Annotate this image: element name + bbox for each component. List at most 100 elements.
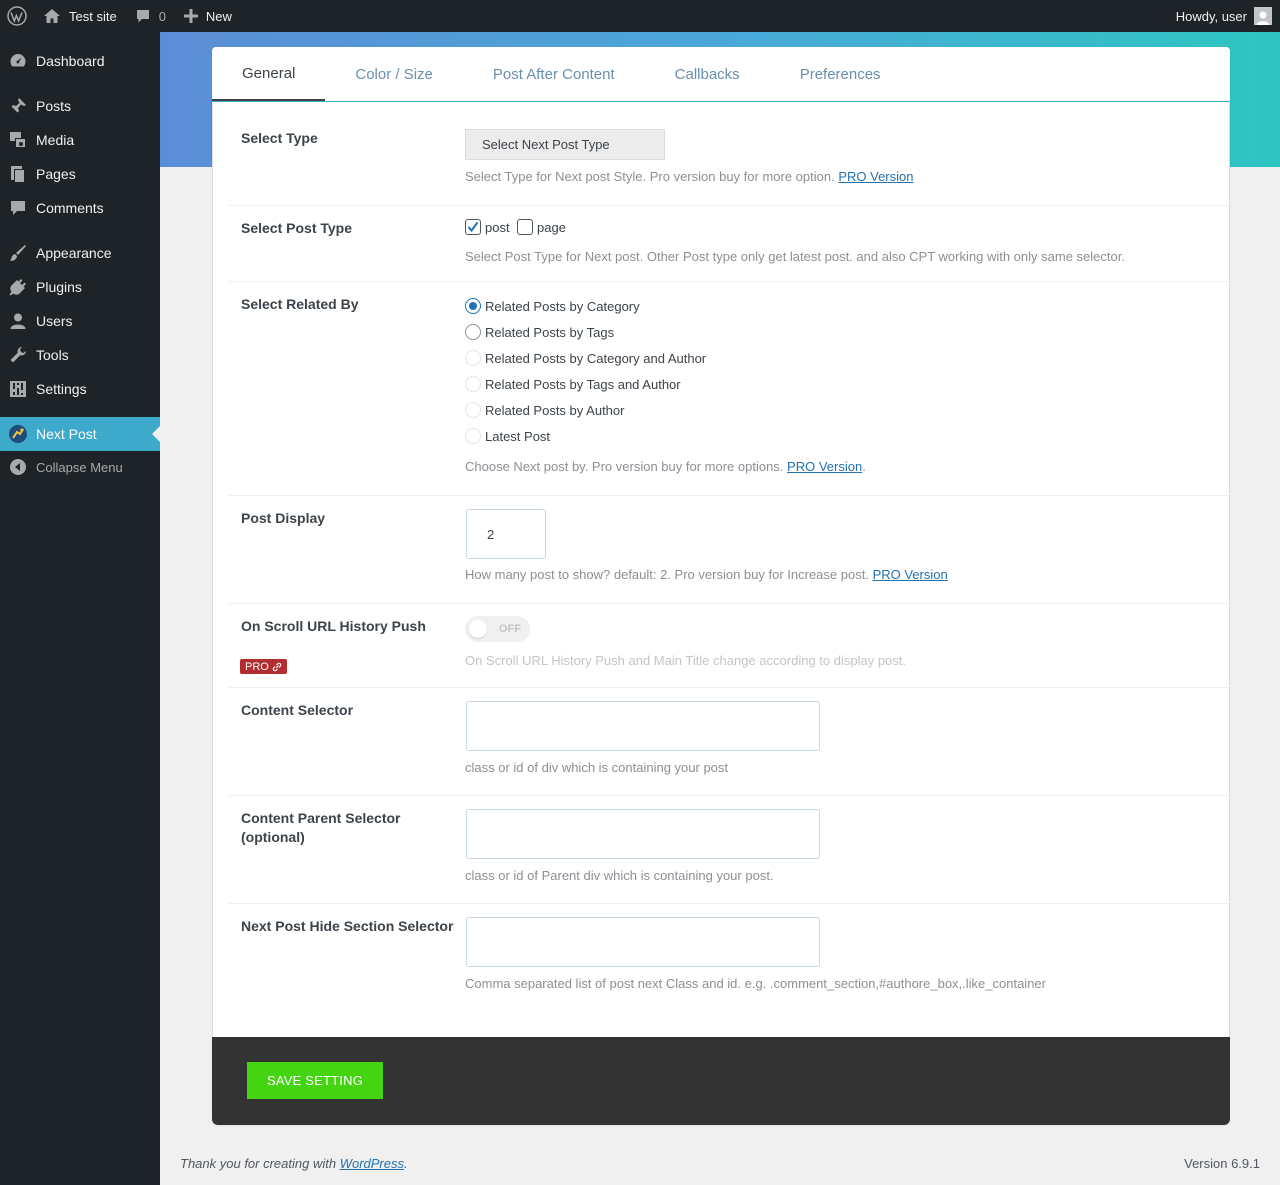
sidebar-item-plugins[interactable]: Plugins — [0, 270, 160, 304]
page-checkbox[interactable] — [517, 219, 533, 235]
home-icon — [44, 9, 60, 23]
post-type-option-page[interactable]: page — [517, 219, 566, 235]
setting-label: Next Post Hide Section Selector — [241, 918, 454, 934]
site-name-menu[interactable]: Test site — [35, 0, 125, 32]
tab-callbacks[interactable]: Callbacks — [645, 47, 770, 101]
toggle-state: OFF — [499, 623, 521, 635]
comment-icon — [136, 10, 149, 23]
description-text: Choose Next post by. Pro version buy for… — [465, 459, 784, 474]
post-display-number-input[interactable]: 2 — [466, 509, 546, 559]
pro-version-link[interactable]: PRO Version — [838, 169, 913, 184]
pro-badge[interactable]: PRO — [240, 659, 287, 674]
radio-latest-post[interactable]: Latest Post — [465, 428, 550, 444]
setting-description: Choose Next post by. Pro version buy for… — [465, 459, 866, 474]
dashboard-icon — [10, 54, 26, 67]
radio-label: Related Posts by Category — [485, 298, 640, 314]
wordpress-logo-icon — [7, 6, 27, 26]
pro-badge-text: PRO — [245, 660, 269, 673]
sidebar-item-tools[interactable]: Tools — [0, 338, 160, 372]
content-selector-input[interactable] — [466, 701, 820, 751]
toggle-knob — [469, 620, 487, 638]
settings-tabs: General Color / Size Post After Content … — [212, 47, 1230, 102]
admin-bar: Test site 0 New Howdy, user — [0, 0, 1280, 32]
sidebar-item-posts[interactable]: Posts — [0, 89, 160, 123]
radio-label: Related Posts by Author — [485, 402, 625, 418]
admin-sidebar: Dashboard Posts Media Pages Comments App… — [0, 32, 160, 1185]
sidebar-item-users[interactable]: Users — [0, 304, 160, 338]
brush-icon — [10, 245, 26, 261]
checkmark-icon — [467, 221, 479, 233]
radio-button[interactable] — [465, 324, 481, 340]
howdy-text: Howdy, user — [1175, 8, 1247, 24]
setting-label: Post Display — [241, 510, 326, 526]
tab-preferences[interactable]: Preferences — [770, 47, 911, 101]
post-type-option-post[interactable]: post — [465, 219, 510, 235]
post-checkbox[interactable] — [465, 219, 481, 235]
avatar — [1254, 7, 1272, 25]
checkbox-label: post — [485, 219, 510, 235]
setting-parent-selector: Content Parent Selector (optional) class… — [229, 796, 1229, 904]
save-setting-button[interactable]: SAVE SETTING — [247, 1062, 383, 1099]
radio-label: Related Posts by Tags and Author — [485, 376, 681, 392]
sidebar-item-next-post[interactable]: Next Post — [0, 417, 160, 451]
radio-button[interactable] — [465, 402, 481, 418]
wordpress-link[interactable]: WordPress — [340, 1156, 404, 1171]
setting-label: Select Type — [241, 130, 318, 146]
sidebar-item-media[interactable]: Media — [0, 123, 160, 157]
radio-button[interactable] — [465, 428, 481, 444]
setting-description: Comma separated list of post next Class … — [465, 976, 1046, 991]
pin-icon — [10, 98, 26, 114]
collapse-arrow-icon — [10, 459, 26, 475]
sidebar-item-dashboard[interactable]: Dashboard — [0, 44, 160, 78]
tab-color-size[interactable]: Color / Size — [325, 47, 463, 101]
sidebar-item-label: Appearance — [36, 245, 112, 261]
radio-related-tags[interactable]: Related Posts by Tags — [465, 324, 614, 340]
general-settings-panel: Select Type Select Next Post Type Select… — [212, 102, 1230, 1037]
radio-related-category-author[interactable]: Related Posts by Category and Author — [465, 350, 706, 366]
radio-button[interactable] — [465, 376, 481, 392]
pages-icon — [11, 166, 25, 183]
sidebar-item-label: Next Post — [36, 426, 97, 442]
sidebar-item-label: Plugins — [36, 279, 82, 295]
sidebar-item-pages[interactable]: Pages — [0, 157, 160, 191]
sidebar-item-label: Comments — [36, 200, 104, 216]
footer-thanks-text: Thank you for creating with — [180, 1156, 340, 1171]
wordpress-logo-menu[interactable] — [0, 0, 35, 32]
hide-selector-input[interactable] — [466, 917, 820, 967]
save-bar: SAVE SETTING — [212, 1037, 1230, 1125]
setting-content-selector: Content Selector class or id of div whic… — [229, 688, 1229, 796]
parent-selector-input[interactable] — [466, 809, 820, 859]
my-account-menu[interactable]: Howdy, user — [1176, 7, 1280, 25]
radio-button[interactable] — [465, 350, 481, 366]
radio-related-author[interactable]: Related Posts by Author — [465, 402, 624, 418]
user-icon — [10, 313, 26, 329]
radio-button[interactable] — [465, 298, 481, 314]
setting-description: On Scroll URL History Push and Main Titl… — [465, 653, 907, 668]
sidebar-item-comments[interactable]: Comments — [0, 191, 160, 225]
pro-version-link[interactable]: PRO Version — [787, 459, 862, 474]
collapse-menu-button[interactable]: Collapse Menu — [0, 450, 160, 484]
description-period: . — [862, 459, 866, 474]
wrench-icon — [10, 347, 26, 363]
sidebar-item-appearance[interactable]: Appearance — [0, 236, 160, 270]
collapse-menu-label: Collapse Menu — [36, 459, 123, 475]
comments-count: 0 — [158, 8, 166, 24]
comments-menu[interactable]: 0 — [127, 0, 174, 32]
radio-related-tags-author[interactable]: Related Posts by Tags and Author — [465, 376, 681, 392]
tab-general[interactable]: General — [212, 47, 326, 101]
radio-label: Latest Post — [485, 428, 551, 444]
footer-version: Version 6.9.1 — [1184, 1156, 1260, 1171]
radio-related-category[interactable]: Related Posts by Category — [465, 298, 640, 314]
setting-label: On Scroll URL History Push — [241, 618, 426, 634]
tab-post-after-content[interactable]: Post After Content — [463, 47, 645, 101]
pro-version-link[interactable]: PRO Version — [873, 567, 948, 582]
sidebar-item-settings[interactable]: Settings — [0, 372, 160, 406]
comment-icon — [11, 201, 25, 215]
scroll-push-toggle[interactable]: OFF — [465, 616, 530, 642]
wp-footer: Thank you for creating with WordPress. V… — [180, 1156, 1260, 1171]
radio-label: Related Posts by Tags — [485, 324, 615, 340]
setting-description: class or id of div which is containing y… — [465, 760, 729, 775]
new-content-menu[interactable]: New — [176, 0, 240, 32]
sliders-icon — [10, 381, 26, 397]
select-next-post-type-button[interactable]: Select Next Post Type — [465, 129, 665, 160]
